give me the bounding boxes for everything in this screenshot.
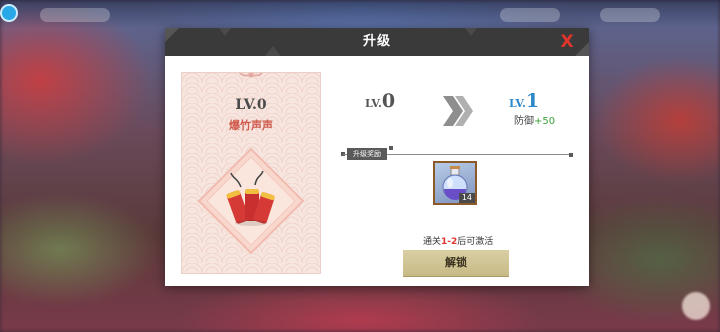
hud-corner-button[interactable]: [682, 292, 710, 320]
dialog-header: 升级 X: [165, 28, 589, 56]
item-level: LV.0: [235, 97, 267, 113]
item-name: 爆竹声声: [229, 119, 273, 132]
hud-resource-pill: [500, 8, 560, 22]
stat-bonus-line: 防御+50: [514, 112, 555, 127]
reward-item-slot[interactable]: 14: [433, 161, 477, 205]
next-level: LV.1: [509, 90, 540, 112]
reward-section-header: 升级奖励: [341, 146, 573, 160]
double-chevron-right-icon: [443, 96, 473, 126]
firecracker-icon: [197, 147, 305, 255]
divider-dot: [569, 153, 573, 157]
divider-dot: [389, 146, 393, 150]
unlock-hint-text: 通关1-2后可激活: [423, 237, 494, 247]
item-card: LV.0 爆竹声声: [181, 72, 321, 274]
item-count: 14: [458, 193, 475, 203]
stat-bonus-value: +50: [534, 116, 556, 127]
unlock-stage: 1-2: [441, 237, 458, 247]
stat-name: 防御: [514, 116, 534, 127]
reward-section-label: 升级奖励: [347, 148, 387, 160]
unlock-button[interactable]: 解锁: [403, 250, 509, 276]
hud-resource-pill: [600, 8, 660, 22]
close-button[interactable]: X: [555, 30, 579, 54]
hud-menu-button[interactable]: [0, 4, 18, 22]
upgrade-dialog: 升级 X LV.0 爆竹声声 LV.0 LV.1 防御+50 升级奖励 14 通…: [165, 28, 589, 286]
current-level: LV.0: [365, 90, 396, 112]
dialog-title: 升级: [362, 34, 391, 49]
ribbon-knot-icon: [239, 73, 263, 78]
hud-top-bar: [0, 0, 720, 28]
hud-resource-pill: [40, 8, 110, 22]
